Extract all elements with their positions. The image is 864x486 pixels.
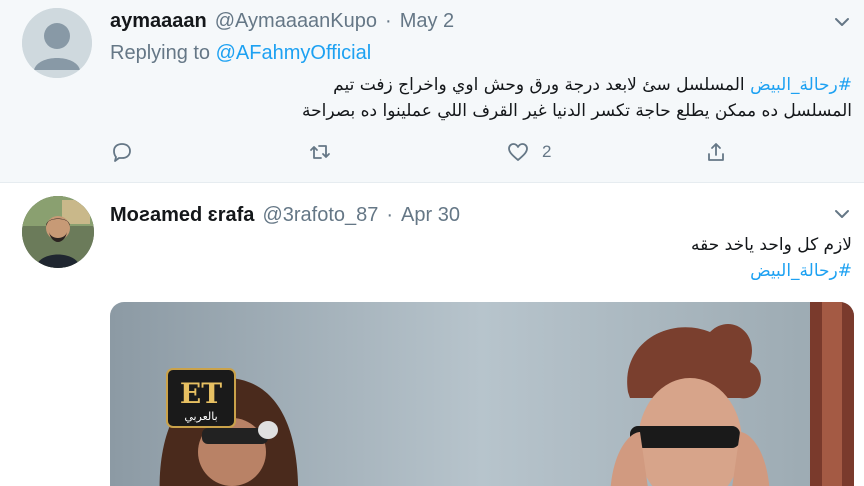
tweet-reply[interactable]: aymaaaan @AymaaaanKupo · May 2 Replying … <box>0 0 864 183</box>
separator: · <box>386 204 394 226</box>
chevron-down-icon[interactable] <box>832 12 852 32</box>
avatar[interactable] <box>22 196 94 268</box>
replying-prefix: Replying to <box>110 42 211 64</box>
tweet-text-fragment: المسلسل سئ لابعد درجة ورق وحش اوي واخراج… <box>333 75 751 95</box>
tweet-text: لازم كل واحد ياخد حقه #رحالة_البيض <box>112 232 852 284</box>
tweet-text: #رحالة_البيض المسلسل سئ لابعد درجة ورق و… <box>112 72 852 124</box>
profile-photo <box>22 196 94 268</box>
author-name[interactable]: Moƨamed ɛrafa <box>110 204 254 227</box>
reply-button[interactable] <box>110 140 134 164</box>
replying-to: Replying to @AFahmyOfficial <box>110 42 371 65</box>
tweet-actions: 2 <box>110 140 750 170</box>
like-count: 2 <box>542 142 552 161</box>
tweet-media[interactable]: ET بالعربي <box>110 302 854 486</box>
tweet-header: Moƨamed ɛrafa @3rafoto_87 · Apr 30 <box>110 204 460 227</box>
heart-icon <box>508 143 528 161</box>
tweet-text-line: #رحالة_البيض المسلسل سئ لابعد درجة ورق و… <box>112 72 852 98</box>
tweet[interactable]: Moƨamed ɛrafa @3rafoto_87 · Apr 30 لازم … <box>0 184 864 486</box>
hashtag-link[interactable]: #رحالة_البيض <box>750 75 852 95</box>
et-logo: ET بالعربي <box>166 368 236 428</box>
retweet-icon <box>310 145 330 159</box>
tweet-header: aymaaaan @AymaaaanKupo · May 2 <box>110 10 454 33</box>
hashtag-link[interactable]: #رحالة_البيض <box>112 258 852 284</box>
separator: · <box>385 10 392 32</box>
like-button[interactable]: 2 <box>506 140 551 164</box>
retweet-button[interactable] <box>308 140 332 164</box>
et-logo-text: ET <box>180 377 222 410</box>
share-icon <box>708 143 724 161</box>
avatar[interactable] <box>22 8 92 78</box>
et-logo-mark: ET بالعربي <box>166 368 236 428</box>
tweet-text-line: لازم كل واحد ياخد حقه <box>691 235 852 255</box>
author-handle[interactable]: @3rafoto_87 <box>262 204 378 227</box>
reply-icon <box>113 143 131 162</box>
et-logo-subtext: بالعربي <box>184 410 217 423</box>
chevron-down-icon[interactable] <box>832 204 852 224</box>
tweet-date[interactable]: Apr 30 <box>401 204 460 227</box>
tweet-text-line: المسلسل ده ممكن يطلع حاجة تكسر الدنيا غي… <box>302 101 852 121</box>
mention-link[interactable]: @AFahmyOfficial <box>216 42 372 64</box>
default-avatar-icon <box>22 8 92 78</box>
author-handle[interactable]: @AymaaaanKupo <box>215 10 377 33</box>
tweet-date[interactable]: May 2 <box>400 10 454 33</box>
author-name[interactable]: aymaaaan <box>110 10 207 33</box>
share-button[interactable] <box>704 140 728 164</box>
